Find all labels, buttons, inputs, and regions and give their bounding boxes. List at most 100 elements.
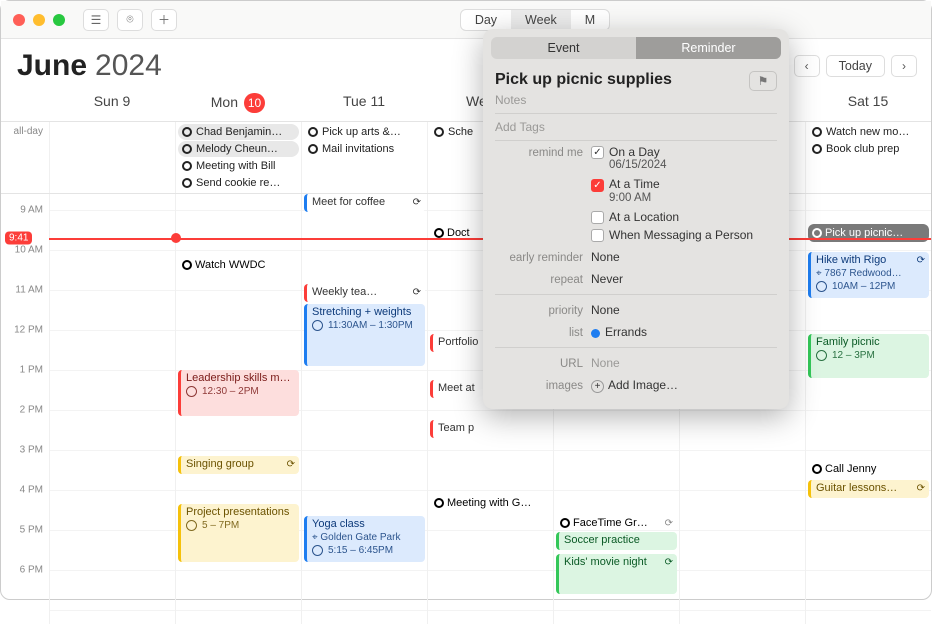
inbox-button[interactable]: ⌾ xyxy=(117,9,143,31)
on-a-day-date[interactable]: 06/15/2024 xyxy=(609,159,777,171)
calendar-event[interactable]: Hike with Rigo⟳⌖ 7867 Redwood…10AM – 12P… xyxy=(808,252,929,298)
calendar-event[interactable]: Kids' movie night⟳ xyxy=(556,554,677,594)
allday-row: all-day Chad Benjamin…Melody Cheun…Meeti… xyxy=(1,122,931,194)
event-color-icon xyxy=(308,127,318,137)
week-nav: ‹ Today › xyxy=(794,55,917,77)
calendar-event[interactable]: Soccer practice xyxy=(556,532,677,550)
reminder-ring-icon xyxy=(812,228,822,238)
time-gutter: 9 AM10 AM11 AM12 PM1 PM2 PM3 PM4 PM5 PM6… xyxy=(1,194,49,624)
reminder-ring-icon xyxy=(434,498,444,508)
allday-mon[interactable]: Chad Benjamin…Melody Cheun…Meeting with … xyxy=(175,122,301,193)
event-color-icon xyxy=(308,144,318,154)
view-month[interactable]: M xyxy=(571,10,609,30)
allday-event[interactable]: Watch new mo… xyxy=(808,124,929,140)
calendar-event[interactable]: Leadership skills meeting12:30 – 2PM xyxy=(178,370,299,416)
titlebar: ☰ ⌾ ＋ Day Week M 🔍 xyxy=(1,1,931,39)
today-button[interactable]: Today xyxy=(826,55,885,77)
view-week[interactable]: Week xyxy=(511,10,571,30)
reminder-stub[interactable]: Call Jenny xyxy=(808,460,929,478)
allday-sat[interactable]: Watch new mo…Book club prep xyxy=(805,122,931,193)
at-a-time-checkbox[interactable]: ✓At a Time xyxy=(591,177,777,191)
allday-event[interactable]: Send cookie re… xyxy=(178,175,299,191)
month-header: June 2024 xyxy=(1,39,931,89)
tab-event[interactable]: Event xyxy=(491,37,636,59)
day-header-tue[interactable]: Tue 11 xyxy=(301,89,427,117)
day-header-sat[interactable]: Sat 15 xyxy=(805,89,931,117)
hour-label: 12 PM xyxy=(1,325,43,336)
sidebar-toggle-button[interactable]: ☰ xyxy=(83,9,109,31)
day-col-tue[interactable]: Meet for coffee⟳ Weekly tea…⟳ Stretching +… xyxy=(301,194,427,624)
repeat-value[interactable]: Never xyxy=(591,272,777,286)
url-value[interactable]: None xyxy=(591,356,777,370)
reminder-stub[interactable]: Meeting with G… xyxy=(430,494,551,512)
hour-label: 1 PM xyxy=(1,365,43,376)
notes-field[interactable]: Notes xyxy=(495,91,777,114)
tab-reminder[interactable]: Reminder xyxy=(636,37,781,59)
add-button[interactable]: ＋ xyxy=(151,9,177,31)
calendar-event[interactable]: Singing group⟳ xyxy=(178,456,299,474)
allday-event[interactable]: Meeting with Bill xyxy=(178,158,299,174)
allday-label: all-day xyxy=(1,122,49,193)
hour-label: 11 AM xyxy=(1,285,43,296)
calendar-event[interactable]: Weekly tea…⟳ xyxy=(304,284,425,302)
calendar-event[interactable]: Meet for coffee⟳ xyxy=(304,194,425,212)
allday-sun[interactable] xyxy=(49,122,175,193)
when-messaging-checkbox[interactable]: When Messaging a Person xyxy=(591,228,777,242)
allday-event[interactable]: Pick up arts &… xyxy=(304,124,425,140)
calendar-event[interactable]: Stretching + weights11:30AM – 1:30PM xyxy=(304,304,425,366)
day-header-sun[interactable]: Sun 9 xyxy=(49,89,175,117)
day-col-mon[interactable]: Watch WWDC Leadership skills meeting12:30… xyxy=(175,194,301,624)
window-controls xyxy=(13,14,65,26)
repeat-icon: ⟳ xyxy=(665,556,673,569)
reminder-popover: Event Reminder Pick up picnic supplies ⚑… xyxy=(483,29,789,409)
calendar-event[interactable]: Project presentations5 – 7PM xyxy=(178,504,299,562)
hour-label: 9 AM xyxy=(1,205,43,216)
day-col-sat[interactable]: Pick up picnic…Hike with Rigo⟳⌖ 7867 Red… xyxy=(805,194,931,624)
add-image-button[interactable]: +Add Image… xyxy=(591,378,777,393)
repeat-icon: ⟳ xyxy=(413,286,421,299)
calendar-event[interactable]: Yoga class⌖ Golden Gate Park5:15 – 6:45P… xyxy=(304,516,425,562)
hour-label: 5 PM xyxy=(1,525,43,536)
hour-label: 4 PM xyxy=(1,485,43,496)
hour-label: 2 PM xyxy=(1,405,43,416)
allday-event[interactable]: Mail invitations xyxy=(304,141,425,157)
event-color-icon xyxy=(812,144,822,154)
calendar-event[interactable]: Family picnic12 – 3PM xyxy=(808,334,929,378)
allday-event[interactable]: Book club prep xyxy=(808,141,929,157)
day-header-mon[interactable]: Mon 10 xyxy=(175,89,301,117)
calendar-event[interactable]: Guitar lessons…⟳ xyxy=(808,480,929,498)
repeat-icon: ⟳ xyxy=(917,482,925,495)
at-a-time-value[interactable]: 9:00 AM xyxy=(609,192,777,204)
on-a-day-checkbox[interactable]: ✓On a Day xyxy=(591,145,777,159)
priority-value[interactable]: None xyxy=(591,303,777,317)
next-week-button[interactable]: › xyxy=(891,55,917,77)
view-day[interactable]: Day xyxy=(461,10,511,30)
at-location-checkbox[interactable]: At a Location xyxy=(591,210,777,224)
week-grid: 9 AM10 AM11 AM12 PM1 PM2 PM3 PM4 PM5 PM6… xyxy=(1,194,931,624)
tags-field[interactable]: Add Tags xyxy=(495,114,777,141)
zoom-icon[interactable] xyxy=(53,14,65,26)
popover-tabs[interactable]: Event Reminder xyxy=(491,37,781,59)
day-header-row: Sun 9 Mon 10 Tue 11 Wed 12 Thu 13 Fri 14… xyxy=(1,89,931,122)
view-segmented-control[interactable]: Day Week M xyxy=(460,9,610,31)
prev-week-button[interactable]: ‹ xyxy=(794,55,820,77)
allday-event[interactable]: Chad Benjamin… xyxy=(178,124,299,140)
hour-label: 3 PM xyxy=(1,445,43,456)
reminder-title-field[interactable]: Pick up picnic supplies xyxy=(495,69,777,91)
allday-event[interactable]: Melody Cheun… xyxy=(178,141,299,157)
early-reminder-value[interactable]: None xyxy=(591,250,777,264)
flag-button[interactable]: ⚑ xyxy=(749,71,777,91)
day-col-sun[interactable] xyxy=(49,194,175,624)
close-icon[interactable] xyxy=(13,14,25,26)
calendar-event[interactable]: Team p xyxy=(430,420,551,438)
reminder-ring-icon xyxy=(560,518,570,528)
event-color-icon xyxy=(182,161,192,171)
hour-label: 6 PM xyxy=(1,565,43,576)
reminder-stub[interactable]: Watch WWDC xyxy=(178,256,299,274)
list-value[interactable]: Errands xyxy=(591,325,777,339)
reminder-stub[interactable]: FaceTime Gr…⟳ xyxy=(556,514,677,532)
year-label: 2024 xyxy=(95,49,162,83)
now-time-pill: 9:41 xyxy=(5,232,32,245)
allday-tue[interactable]: Pick up arts &…Mail invitations xyxy=(301,122,427,193)
minimize-icon[interactable] xyxy=(33,14,45,26)
